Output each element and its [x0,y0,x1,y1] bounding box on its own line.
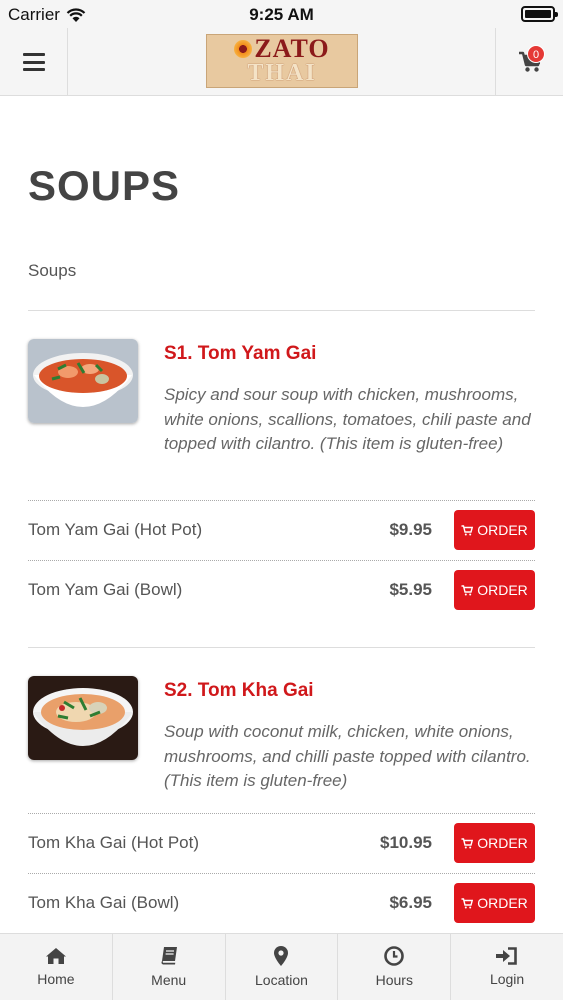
variant-name: Tom Yam Gai (Bowl) [28,580,183,599]
clock-icon [384,946,405,966]
battery-icon [521,6,558,22]
category-subtitle: Soups [28,261,77,280]
variant-name: Tom Yam Gai (Hot Pot) [28,520,203,539]
divider [28,873,535,874]
tom-yam-gai-image[interactable] [28,339,138,423]
hamburger-icon [22,53,45,71]
variant-name: Tom Kha Gai (Bowl) [28,893,180,912]
logo-text-bottom: THAI [247,60,317,86]
restaurant-logo[interactable]: ZATO THAI [206,34,358,88]
map-pin-icon [274,946,289,966]
item-description: Soup with coconut milk, chicken, white o… [164,722,531,790]
variant-price: $5.95 [389,580,432,599]
order-button[interactable]: ORDER [454,510,535,550]
order-button-label: ORDER [477,582,528,598]
tom-kha-gai-image[interactable] [28,676,138,760]
divider [28,647,535,648]
cart-icon [461,897,474,908]
divider [28,310,535,311]
divider [28,560,535,561]
home-icon [45,948,66,964]
cart-icon [461,584,474,595]
variant-price: $9.95 [389,520,432,539]
bottom-nav: Home Menu Location Hours Login [0,933,563,1000]
book-icon [161,947,177,965]
order-button[interactable]: ORDER [454,823,535,863]
logo-text-top: ZATO [254,34,330,63]
status-bar: Carrier 9:25 AM [0,0,563,28]
item-name[interactable]: S1. Tom Yam Gai [164,343,316,365]
variant-price: $10.95 [380,833,432,852]
nav-label: Login [489,971,525,987]
flower-icon [234,40,253,58]
nav-hours[interactable]: Hours [338,934,452,1000]
divider [28,813,535,814]
nav-label: Home [37,971,75,987]
item-name[interactable]: S2. Tom Kha Gai [164,680,314,702]
item-description: Spicy and sour soup with chicken, mushro… [164,385,531,453]
order-button[interactable]: ORDER [454,883,535,923]
nav-label: Menu [151,972,187,988]
order-button-label: ORDER [477,835,528,851]
sign-in-icon [496,947,517,965]
cart-icon [461,837,474,848]
order-button[interactable]: ORDER [454,570,535,610]
variant-name: Tom Kha Gai (Hot Pot) [28,833,200,852]
divider [28,500,535,501]
cart-count-badge: 0 [527,45,545,63]
variant-price: $6.95 [389,893,432,912]
order-button-label: ORDER [477,895,528,911]
page-title: SOUPS [28,162,181,209]
nav-home[interactable]: Home [0,934,113,1000]
nav-login[interactable]: Login [451,934,563,1000]
cart-button[interactable]: 0 [495,28,563,96]
order-button-label: ORDER [477,522,528,538]
nav-menu[interactable]: Menu [113,934,226,1000]
nav-location[interactable]: Location [226,934,339,1000]
nav-label: Location [255,972,308,988]
app-header: ZATO THAI 0 [0,28,563,96]
hamburger-menu-button[interactable] [0,28,68,96]
status-time: 9:25 AM [249,5,314,24]
nav-label: Hours [375,972,413,988]
cart-icon [461,524,474,535]
